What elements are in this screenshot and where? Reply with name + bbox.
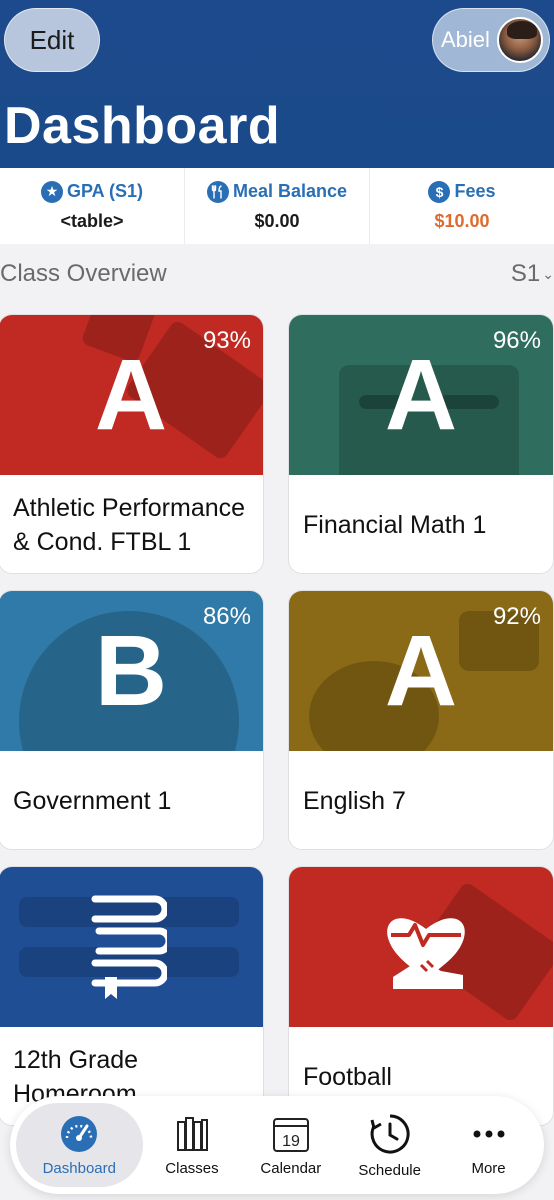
class-name: English 7 [303,787,406,815]
meal-balance-label: Meal Balance [206,180,348,203]
class-overview-header: Class Overview S1 ⌄ [0,254,554,294]
fees-label: $ Fees [428,180,496,203]
tab-bar: Dashboard Classes 19 Calendar Schedule M… [10,1096,544,1194]
more-icon [473,1130,505,1137]
meal-balance-summary[interactable]: Meal Balance $0.00 [185,168,370,244]
tab-label: Calendar [260,1159,322,1177]
tab-schedule[interactable]: Schedule [340,1103,439,1187]
heart-shoe-icon [289,867,553,1027]
gpa-label: ★ GPA (S1) [40,180,143,203]
class-name: Financial Math 1 [303,511,487,539]
athletics-icon: A 93% [0,315,263,475]
gpa-label-text: GPA (S1) [66,181,143,201]
profile-name: Abiel [441,27,490,52]
avatar [497,17,543,63]
calendar-day: 19 [282,1133,300,1150]
calendar-icon: 19 [272,1117,309,1152]
class-name: Government 1 [13,787,172,815]
class-card[interactable]: A 92% English 7 [288,590,554,850]
tab-label: Dashboard [42,1159,116,1177]
tab-label: More [471,1159,506,1177]
tab-more[interactable]: More [439,1103,538,1187]
grade-percent: 96% [492,327,541,354]
books-icon [176,1116,208,1151]
term-value: S1 [510,260,541,287]
class-card[interactable]: 12th Grade Homeroom [0,866,264,1126]
section-title: Class Overview [0,260,167,287]
fees-summary[interactable]: $ Fees $10.00 [370,168,554,244]
grade-percent: 86% [202,603,251,630]
profile-button[interactable]: Abiel [432,8,550,72]
clock-icon [370,1113,410,1153]
class-card[interactable]: Football [288,866,554,1126]
edit-button[interactable]: Edit [4,8,100,72]
fees-label-text: Fees [454,181,496,201]
heart-sneaker-glyph [387,918,465,989]
gpa-value: <table> [60,210,124,231]
star-icon: ★ [40,180,63,203]
app-screen: Edit Abiel Dashboard ★ GPA (S1) <table> … [0,0,554,1200]
fees-value: $10.00 [434,210,490,231]
meal-balance-label-text: Meal Balance [232,181,348,201]
speedometer-icon [61,1115,98,1152]
class-card[interactable]: A 93% Athletic Performance & Cond. FTBL … [0,314,264,574]
header: Edit Abiel Dashboard [0,0,554,168]
stack-of-books-glyph [91,895,167,999]
term-selector[interactable]: S1 ⌄ [511,260,554,288]
tab-calendar[interactable]: 19 Calendar [241,1103,340,1187]
class-card[interactable]: A 96% Financial Math 1 [288,314,554,574]
meal-balance-value: $0.00 [254,210,300,231]
utensils-icon [206,180,229,203]
class-name: Athletic Performance & Cond. FTBL 1 [13,494,246,556]
class-card[interactable]: B 86% Government 1 [0,590,264,850]
globe-icon: B 86% [0,591,263,751]
chevron-down-icon: ⌄ [542,265,554,282]
tab-dashboard[interactable]: Dashboard [16,1103,143,1187]
dollar-icon: $ [428,180,451,203]
grade-percent: 92% [492,603,541,630]
summary-strip: ★ GPA (S1) <table> Meal Balance $0.00 $ … [0,168,554,244]
tab-classes[interactable]: Classes [143,1103,242,1187]
page-title: Dashboard [4,97,281,155]
tab-label: Schedule [358,1161,421,1179]
gpa-summary[interactable]: ★ GPA (S1) <table> [0,168,185,244]
apple-icon: A 92% [289,591,553,751]
grade-percent: 93% [202,327,251,354]
calculator-icon: A 96% [289,315,553,475]
tab-label: Classes [165,1159,219,1177]
books-icon [0,867,263,1027]
